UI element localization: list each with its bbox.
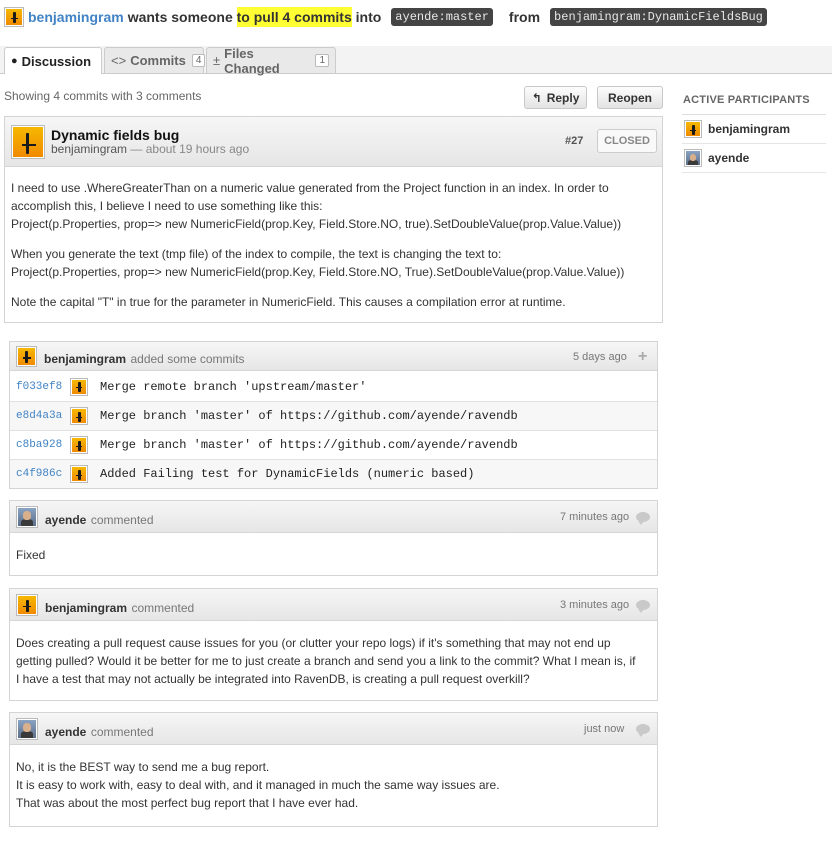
comment: ayende commented just now No, it is the … [9, 712, 658, 827]
comment-action: commented [90, 513, 154, 527]
files-count: 1 [315, 54, 329, 67]
commits-author[interactable]: benjamingram [44, 352, 126, 366]
plus-icon[interactable]: + [638, 348, 647, 366]
commit-sha[interactable]: c8ba928 [10, 439, 70, 451]
comment-header: benjamingram commented 3 minutes ago [10, 589, 657, 621]
comment-action: commented [131, 601, 195, 615]
participant-avatar [684, 149, 702, 167]
base-branch[interactable]: ayende:master [391, 8, 493, 26]
commit-message[interactable]: Merge remote branch 'upstream/master' [100, 380, 366, 394]
commits-count: 4 [191, 54, 206, 67]
header-from: from [508, 9, 541, 25]
commit-avatar [70, 465, 88, 483]
comment-author[interactable]: benjamingram [45, 601, 127, 615]
participant-avatar [684, 120, 702, 138]
commits-header-text: benjamingram added some commits [44, 350, 245, 368]
commit-sha[interactable]: e8d4a3a [10, 410, 70, 422]
reopen-button[interactable]: Reopen [597, 86, 663, 109]
comment-header-text: ayende commented [45, 511, 154, 529]
commit-row[interactable]: e8d4a3a Merge branch 'master' of https:/… [10, 401, 657, 430]
author-avatar[interactable] [4, 7, 24, 27]
pull-header: benjamingram wants someone to pull 4 com… [4, 6, 824, 28]
pull-state-badge: CLOSED [597, 129, 657, 153]
pull-request-box: Dynamic fields bug benjamingram — about … [4, 116, 663, 323]
head-branch[interactable]: benjamingram:DynamicFieldsBug [550, 8, 767, 26]
commit-sha[interactable]: f033ef8 [10, 381, 70, 393]
comment-bubble-icon[interactable] [636, 600, 650, 613]
participant-name[interactable]: benjamingram [708, 122, 790, 136]
commit-message[interactable]: Merge branch 'master' of https://github.… [100, 438, 518, 452]
commit-avatar [70, 377, 88, 396]
code-icon: <> [111, 53, 127, 68]
comment-time: 7 minutes ago [560, 511, 630, 523]
commits-summary: Showing 4 commits with 3 comments [4, 89, 202, 103]
pull-body-line: I need to use .WhereGreaterThan on a num… [11, 181, 609, 195]
comment: ayende commented 7 minutes ago Fixed [9, 500, 658, 576]
tab-commits[interactable]: <> Commits 4 [104, 47, 206, 73]
commit-sha[interactable]: c4f986c [10, 468, 70, 480]
commit-avatar [70, 436, 88, 454]
commits-author-avatar[interactable] [16, 346, 37, 367]
pull-author[interactable]: benjamingram [51, 142, 127, 156]
comment-author[interactable]: ayende [45, 513, 86, 527]
pull-body-line: Note the capital "T" in true for the par… [11, 295, 566, 309]
pull-body-line: Project(p.Properties, prop=> new Numeric… [11, 265, 625, 279]
comment-avatar[interactable] [16, 506, 38, 528]
reply-button[interactable]: ↰ Reply [524, 86, 587, 109]
comment-time: 3 minutes ago [560, 599, 630, 611]
header-highlight: to pull 4 commits [236, 7, 352, 27]
commit-row[interactable]: c4f986c Added Failing test for DynamicFi… [10, 459, 657, 488]
comment-author[interactable]: ayende [45, 725, 86, 739]
pull-author-avatar[interactable] [11, 125, 45, 159]
comment-body: Fixed [16, 548, 46, 562]
pull-body-line: When you generate the text (tmp file) of… [11, 247, 502, 261]
comment-header: ayende commented 7 minutes ago [10, 501, 657, 533]
participant-item[interactable]: ayende [682, 144, 826, 173]
commits-block-header: benjamingram added some commits 5 days a… [10, 342, 657, 371]
comment-action: commented [90, 725, 154, 739]
comment-avatar[interactable] [16, 594, 38, 616]
commit-message[interactable]: Added Failing test for DynamicFields (nu… [100, 467, 474, 481]
pull-request-header: Dynamic fields bug benjamingram — about … [5, 117, 662, 167]
comment-header-text: ayende commented [45, 723, 154, 741]
commit-avatar [70, 407, 88, 425]
comment: benjamingram commented 3 minutes ago Doe… [9, 588, 658, 701]
tabs-bar [0, 73, 832, 74]
pull-number: #27 [565, 135, 584, 147]
commit-message[interactable]: Merge branch 'master' of https://github.… [100, 409, 518, 423]
header-text: wants someone to pull 4 commits into [127, 7, 382, 27]
pull-body-line: accomplish this, I believe I need to use… [11, 199, 323, 213]
comment-body: No, it is the BEST way to send me a bug … [16, 760, 500, 810]
commits-action: added some commits [130, 352, 245, 366]
comment-avatar[interactable] [16, 718, 38, 740]
comment-bubble-icon[interactable] [636, 512, 650, 525]
diff-icon: ± [213, 53, 221, 68]
commit-row[interactable]: c8ba928 Merge branch 'master' of https:/… [10, 430, 657, 459]
participant-name[interactable]: ayende [708, 151, 749, 165]
tab-discussion[interactable]: ● Discussion [4, 47, 102, 74]
commits-time: 5 days ago [573, 351, 627, 363]
pull-body: I need to use .WhereGreaterThan on a num… [11, 179, 661, 311]
reply-icon: ↰ [531, 90, 542, 105]
comment-body: Does creating a pull request cause issue… [16, 636, 636, 686]
pull-title: Dynamic fields bug [51, 127, 180, 143]
pull-body-line: Project(p.Properties, prop=> new Numeric… [11, 217, 622, 231]
pull-meta: benjamingram — about 19 hours ago [51, 142, 249, 156]
comment-header-text: benjamingram commented [45, 599, 194, 617]
header-author-link[interactable]: benjamingram [28, 9, 124, 25]
commit-row[interactable]: f033ef8 Merge remote branch 'upstream/ma… [10, 372, 657, 401]
tab-files-changed[interactable]: ± Files Changed 1 [206, 46, 336, 76]
comment-icon: ● [11, 55, 18, 67]
comment-time: just now [584, 723, 625, 735]
comment-header: ayende commented just now [10, 713, 657, 745]
pull-time: — about 19 hours ago [130, 142, 250, 156]
participant-item[interactable]: benjamingram [682, 115, 826, 144]
commits-block: benjamingram added some commits 5 days a… [9, 341, 658, 489]
comment-bubble-icon[interactable] [636, 724, 650, 737]
participants-title: ACTIVE PARTICIPANTS [683, 94, 810, 106]
